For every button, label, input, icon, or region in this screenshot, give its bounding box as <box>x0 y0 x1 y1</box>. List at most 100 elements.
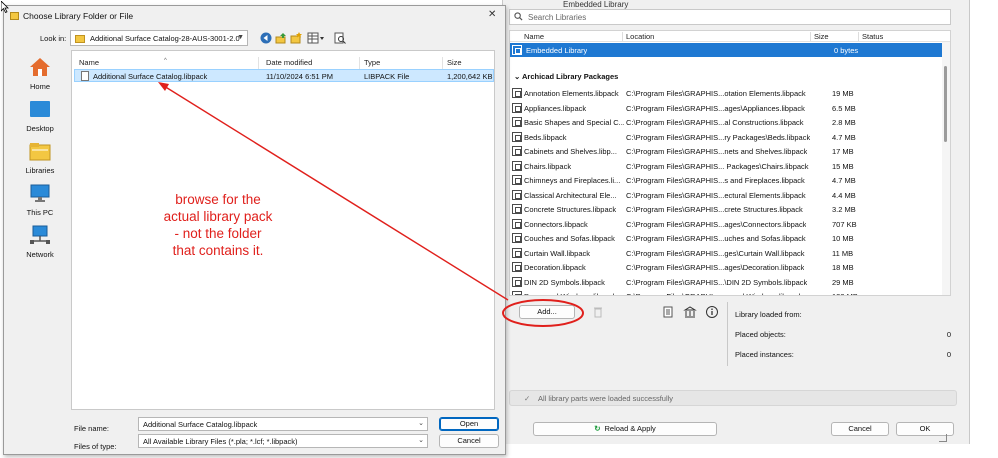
add-library-button[interactable]: Add... <box>519 305 575 319</box>
document-icon[interactable] <box>661 305 675 319</box>
up-folder-icon[interactable] <box>275 32 287 44</box>
cancel-button[interactable]: Cancel <box>439 434 499 448</box>
package-size: 18 MB <box>832 263 854 272</box>
package-name: Beds.libpack <box>524 132 567 142</box>
library-group-header[interactable]: ⌄ Archicad Library Packages <box>514 72 618 81</box>
package-location: C:\Program Files\GRAPHIS...ages\Decorati… <box>626 263 805 272</box>
library-package-row[interactable]: Appliances.libpack C:\Program Files\GRAPH… <box>510 101 944 115</box>
package-location: C:\Program Files\GRAPHIS...al Constructi… <box>626 118 804 127</box>
column-location[interactable]: Location <box>626 32 654 41</box>
dialog-title: Choose Library Folder or File <box>23 11 134 21</box>
look-in-label: Look in: <box>40 34 67 43</box>
close-icon[interactable]: ✕ <box>488 9 496 20</box>
look-in-value: Additional Surface Catalog-28-AUS-3001-2… <box>90 34 240 43</box>
file-size: 1,200,642 KB <box>447 72 493 81</box>
library-list[interactable]: Name Location Size Status Embedded Libra… <box>509 30 951 296</box>
column-date-modified[interactable]: Date modified <box>266 58 312 67</box>
preview-icon[interactable] <box>334 32 346 44</box>
back-icon[interactable] <box>260 32 272 44</box>
info-icon[interactable] <box>705 305 719 319</box>
embedded-library-row[interactable]: Embedded Library 0 bytes <box>510 43 944 57</box>
library-package-row[interactable]: Concrete Structures.libpack C:\Program Fi… <box>510 202 944 216</box>
reload-apply-button[interactable]: ↻ Reload & Apply <box>533 422 717 436</box>
package-name: Decoration.libpack <box>524 263 586 272</box>
library-info-panel: Library loaded from: Placed objects: 0 P… <box>727 302 955 366</box>
embedded-library-name: Embedded Library <box>526 46 588 55</box>
place-home[interactable]: Home <box>10 56 70 91</box>
column-name[interactable]: Name <box>524 32 544 41</box>
libpack-icon <box>512 291 522 295</box>
package-name: Chairs.libpack <box>524 161 572 171</box>
library-package-row[interactable]: Basic Shapes and Special C... C:\Program … <box>510 115 944 129</box>
place-label: This PC <box>26 208 54 217</box>
placed-objects-label: Placed objects: <box>735 330 786 339</box>
library-building-icon[interactable] <box>683 305 697 319</box>
library-package-row[interactable]: Curtain Wall.libpack C:\Program Files\GRA… <box>510 246 944 260</box>
package-size: 707 KB <box>832 219 857 229</box>
view-menu-icon[interactable] <box>307 32 325 44</box>
package-name: Chimneys and Fireplaces.li... <box>524 176 621 185</box>
package-size: 4.7 MB <box>832 132 856 142</box>
libpack-icon <box>512 262 522 272</box>
file-type-dropdown[interactable]: All Available Library Files (*.pla; *.lc… <box>138 434 428 448</box>
library-package-row[interactable]: Chimneys and Fireplaces.li... C:\Program … <box>510 173 944 187</box>
look-in-dropdown[interactable]: Additional Surface Catalog-28-AUS-3001-2… <box>70 30 248 46</box>
place-desktop[interactable]: Desktop <box>10 98 70 133</box>
chevron-down-icon: ⌄ <box>418 420 424 427</box>
search-icon <box>514 12 523 21</box>
libpack-icon <box>512 88 522 98</box>
library-package-row[interactable]: Couches and Sofas.libpack C:\Program File… <box>510 231 944 245</box>
column-type[interactable]: Type <box>364 58 380 67</box>
library-package-row[interactable]: DIN 2D Symbols.libpack C:\Program Files\G… <box>510 275 944 289</box>
file-name-input[interactable]: Additional Surface Catalog.libpack ⌄ <box>138 417 428 431</box>
package-size: 17 MB <box>832 147 854 156</box>
place-libraries[interactable]: Libraries <box>10 140 70 175</box>
place-network[interactable]: Network <box>10 224 70 259</box>
embedded-library-size: 0 bytes <box>834 46 859 55</box>
package-location: C:\Program Files\GRAPHIS...\DIN 2D Symbo… <box>626 277 808 287</box>
package-location: C:\Program Files\GRAPHIS...otation Eleme… <box>626 89 806 98</box>
file-row[interactable]: Additional Surface Catalog.libpack 11/10… <box>74 69 494 82</box>
package-name: Appliances.libpack <box>524 103 587 113</box>
library-manager-cancel-button[interactable]: Cancel <box>831 422 889 436</box>
package-location: C:\Program Files\GRAPHIS...s and Firepla… <box>626 176 805 185</box>
library-package-row[interactable]: Cabinets and Shelves.libp... C:\Program F… <box>510 144 944 158</box>
library-package-row[interactable]: Decoration.libpack C:\Program Files\GRAPH… <box>510 260 944 274</box>
package-size: 19 MB <box>832 89 854 98</box>
file-type-value: All Available Library Files (*.pla; *.lc… <box>143 437 298 446</box>
column-name[interactable]: Name <box>79 58 99 67</box>
library-list-header: Name Location Size Status <box>510 31 950 42</box>
library-manager-window: Embedded Library Search Libraries Name L… <box>502 0 970 444</box>
placed-instances-label: Placed instances: <box>735 350 794 359</box>
library-search-input[interactable]: Search Libraries <box>509 9 951 25</box>
file-icon <box>81 71 89 81</box>
open-button[interactable]: Open <box>439 417 499 431</box>
package-location: C:\Program Files\GRAPHIS...ges\Curtain W… <box>626 248 805 258</box>
library-package-row[interactable]: Beds.libpack C:\Program Files\GRAPHIS...r… <box>510 130 944 144</box>
package-name: Classical Architectural Ele... <box>524 190 617 200</box>
file-list[interactable]: ^ Name Date modified Type Size Additiona… <box>71 50 495 410</box>
home-icon <box>30 58 50 76</box>
library-package-row[interactable]: Doors and Windows.libpack C:\Program File… <box>510 289 944 295</box>
package-location: C:\Program Files\GRAPHI...ors and Window… <box>626 292 802 295</box>
column-size[interactable]: Size <box>447 58 462 67</box>
library-package-row[interactable]: Chairs.libpack C:\Program Files\GRAPHIS..… <box>510 159 944 173</box>
package-name: DIN 2D Symbols.libpack <box>524 277 605 287</box>
column-status[interactable]: Status <box>862 32 883 41</box>
place-this-pc[interactable]: This PC <box>10 182 70 217</box>
new-folder-icon[interactable] <box>290 32 302 44</box>
library-list-scrollbar[interactable] <box>942 42 950 295</box>
resize-grip[interactable] <box>939 434 947 442</box>
libpack-icon <box>512 189 522 200</box>
package-size: 122 MB <box>832 292 858 295</box>
chevron-down-icon: ⌄ <box>514 72 521 81</box>
package-location: C:\Program Files\GRAPHIS...ectural Eleme… <box>626 190 806 200</box>
column-size[interactable]: Size <box>814 32 829 41</box>
package-name: Connectors.libpack <box>524 219 588 229</box>
library-package-row[interactable]: Annotation Elements.libpack C:\Program Fi… <box>510 86 944 100</box>
package-location: C:\Program Files\GRAPHIS...ages\Applianc… <box>626 103 805 113</box>
folder-icon <box>75 35 85 43</box>
library-package-row[interactable]: Classical Architectural Ele... C:\Program… <box>510 188 944 202</box>
remove-library-icon[interactable] <box>591 305 605 319</box>
library-package-row[interactable]: Connectors.libpack C:\Program Files\GRAPH… <box>510 217 944 231</box>
